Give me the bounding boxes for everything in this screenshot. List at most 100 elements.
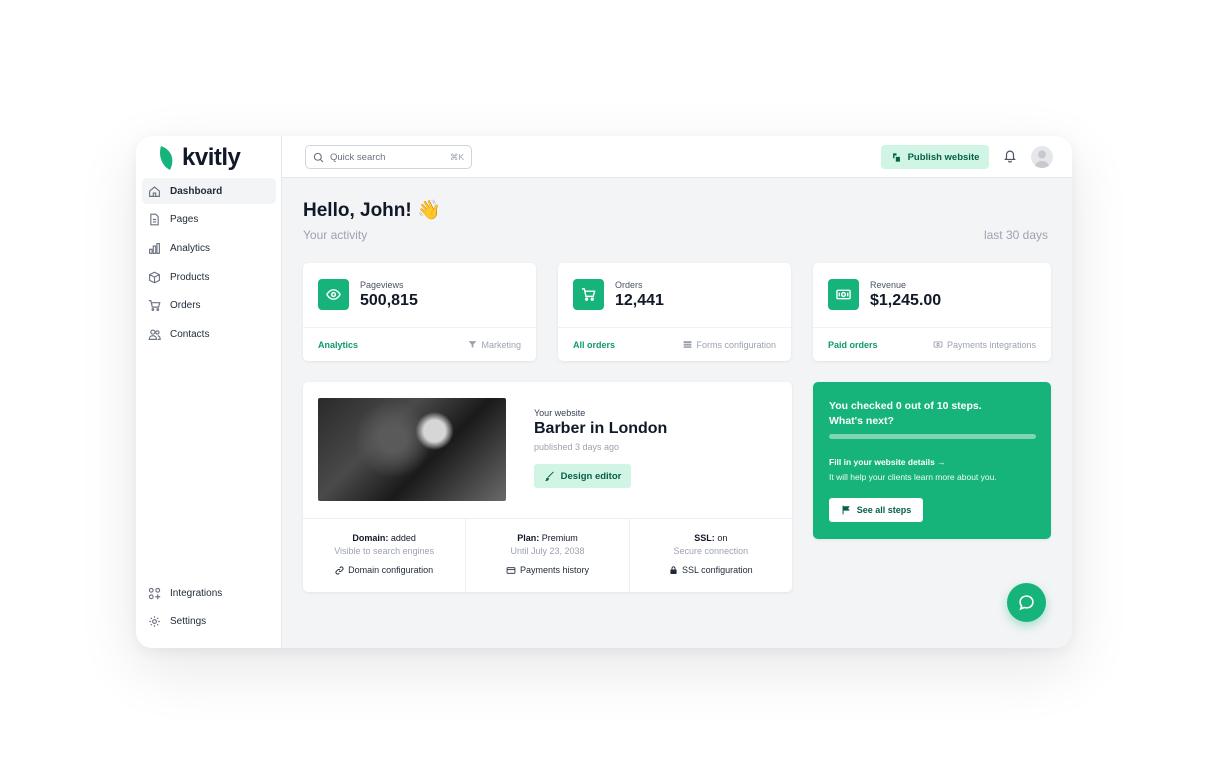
domain-status-key: Domain: <box>352 533 389 543</box>
search-shortcut: ⌘K <box>449 151 464 162</box>
payments-history-link[interactable]: Payments history <box>466 565 628 575</box>
forms-configuration-link[interactable]: Forms configuration <box>683 340 776 350</box>
chat-button[interactable] <box>1007 583 1046 622</box>
sidebar-item-label: Products <box>170 271 210 283</box>
sidebar-item-label: Orders <box>170 300 201 312</box>
leaf-logo-icon <box>160 146 173 170</box>
sidebar-item-dashboard[interactable]: Dashboard <box>142 178 276 204</box>
user-avatar[interactable] <box>1031 146 1053 168</box>
stat-card-revenue: Revenue $1,245.00 Paid orders Payments i… <box>813 263 1051 361</box>
date-range-selector[interactable]: last 30 days <box>984 228 1048 242</box>
search-icon <box>313 152 324 162</box>
sidebar-item-label: Dashboard <box>170 185 223 197</box>
website-label: Your website <box>534 408 586 418</box>
see-all-steps-button[interactable]: See all steps <box>829 498 923 522</box>
money-icon <box>828 279 859 310</box>
marketing-link[interactable]: Marketing <box>468 340 521 350</box>
ssl-status-key: SSL: <box>694 533 715 543</box>
sidebar-item-contacts[interactable]: Contacts <box>142 321 276 347</box>
sidebar-item-label: Contacts <box>170 328 210 340</box>
home-icon <box>147 184 161 198</box>
sidebar-item-analytics[interactable]: Analytics <box>142 235 276 261</box>
sidebar-item-label: Pages <box>170 214 199 226</box>
topbar: Quick search ⌘K Publish website <box>282 136 1072 178</box>
payments-history-label: Payments history <box>519 565 589 575</box>
design-editor-button[interactable]: Design editor <box>534 464 631 488</box>
stat-label: Revenue <box>870 280 907 290</box>
paid-orders-link[interactable]: Paid orders <box>828 340 878 350</box>
stat-label: Orders <box>615 280 643 290</box>
sidebar-item-orders[interactable]: Orders <box>142 293 276 319</box>
all-orders-link[interactable]: All orders <box>573 340 615 350</box>
analytics-link[interactable]: Analytics <box>318 340 358 350</box>
sidebar-nav: Dashboard Pages Analytics Products Order… <box>142 178 276 350</box>
payments-integrations-link[interactable]: Payments integrations <box>933 340 1036 350</box>
brush-icon <box>544 471 554 481</box>
stat-footer: All orders Forms configuration <box>558 327 791 361</box>
website-thumbnail[interactable] <box>318 398 506 501</box>
payments-integrations-label: Payments integrations <box>946 339 1036 350</box>
sidebar-item-settings[interactable]: Settings <box>142 609 276 635</box>
design-editor-label: Design editor <box>560 470 622 482</box>
sidebar: kvitly Dashboard Pages Analytics Product… <box>136 136 282 648</box>
filter-icon <box>469 341 477 348</box>
domain-sub: Visible to search engines <box>334 546 435 556</box>
domain-status-value: added <box>388 533 416 543</box>
activity-subtitle: Your activity <box>303 228 368 242</box>
eye-icon <box>318 279 349 310</box>
flag-icon <box>842 505 850 515</box>
sidebar-item-integrations[interactable]: Integrations <box>142 580 276 606</box>
gear-icon <box>147 615 161 629</box>
website-published: published 3 days ago <box>534 442 620 452</box>
steps-description: It will help your clients learn more abo… <box>829 472 997 482</box>
ssl-configuration-label: SSL configuration <box>681 565 753 575</box>
website-name: Barber in London <box>534 420 668 437</box>
sidebar-bottom-nav: Integrations Settings <box>142 580 276 637</box>
link-icon <box>335 565 344 575</box>
stat-card-pageviews: Pageviews 500,815 Analytics Marketing <box>303 263 536 361</box>
stack-icon <box>684 341 692 348</box>
ssl-status: SSL: on <box>630 533 792 543</box>
stat-footer: Paid orders Payments integrations <box>813 327 1051 361</box>
ssl-status-value: on <box>714 533 728 543</box>
domain-configuration-label: Domain configuration <box>348 565 434 575</box>
cart-icon <box>147 299 161 313</box>
grid-plus-icon <box>147 586 161 600</box>
forms-configuration-label: Forms configuration <box>696 339 776 350</box>
plan-status-key: Plan: <box>517 533 540 543</box>
logo[interactable]: kvitly <box>158 144 241 172</box>
stat-value: 500,815 <box>360 292 418 309</box>
chat-bubble-icon <box>1019 595 1034 611</box>
plan-status-value: Premium <box>539 533 578 543</box>
marketing-label: Marketing <box>481 339 521 350</box>
publish-icon <box>892 152 900 162</box>
logo-text: kvitly <box>182 144 241 171</box>
money-icon <box>933 341 943 348</box>
greeting-heading: Hello, John! 👋 <box>303 200 441 221</box>
search-placeholder: Quick search <box>330 151 386 163</box>
stat-value: 12,441 <box>615 292 664 309</box>
search-input[interactable]: Quick search ⌘K <box>305 145 472 169</box>
steps-title: You checked 0 out of 10 steps. What's ne… <box>829 399 982 429</box>
plan-detail: Plan: Premium Until July 23, 2038 Paymen… <box>466 519 630 592</box>
ssl-configuration-link[interactable]: SSL configuration <box>630 565 792 575</box>
sidebar-item-products[interactable]: Products <box>142 264 276 290</box>
domain-configuration-link[interactable]: Domain configuration <box>303 565 465 575</box>
bar-chart-icon <box>147 241 161 255</box>
ssl-sub: Secure connection <box>673 546 749 556</box>
card-icon <box>506 566 516 574</box>
stat-card-orders: Orders 12,441 All orders Forms configura… <box>558 263 791 361</box>
publish-website-button[interactable]: Publish website <box>881 145 989 169</box>
steps-title-line1: You checked 0 out of 10 steps. <box>829 400 982 412</box>
steps-progress-bar <box>829 434 1036 439</box>
domain-status: Domain: added <box>303 533 465 543</box>
plan-status: Plan: Premium <box>466 533 628 543</box>
sidebar-item-label: Analytics <box>170 242 211 254</box>
box-icon <box>147 270 161 284</box>
onboarding-steps-card: You checked 0 out of 10 steps. What's ne… <box>813 382 1051 539</box>
cart-icon <box>573 279 604 310</box>
notifications-bell-icon[interactable] <box>1003 148 1019 164</box>
fill-website-details-link[interactable]: Fill in your website details → <box>829 457 946 467</box>
sidebar-item-label: Integrations <box>170 587 223 599</box>
sidebar-item-pages[interactable]: Pages <box>142 207 276 233</box>
